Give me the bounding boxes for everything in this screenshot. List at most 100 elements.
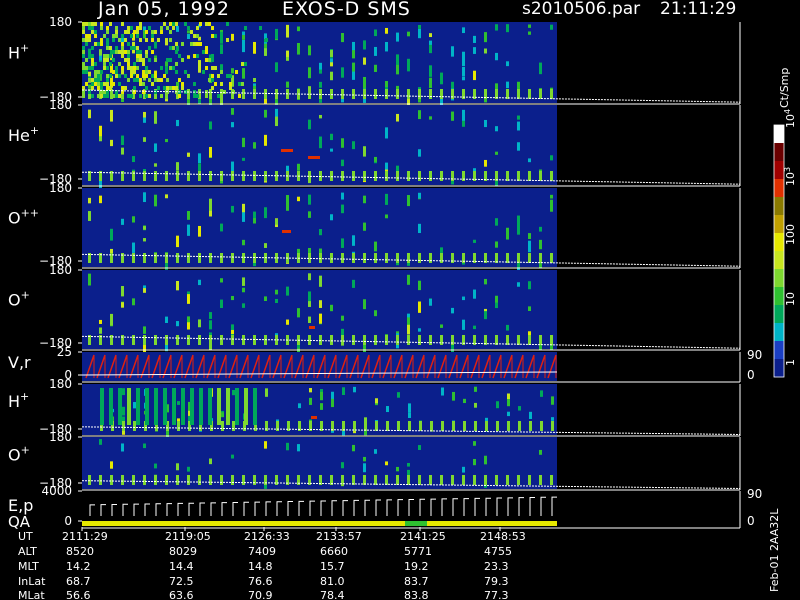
spectrogram-cell xyxy=(142,90,145,94)
header-mission: EXOS-D SMS xyxy=(282,0,411,20)
spectrogram-stripe xyxy=(331,397,334,408)
spectrogram-stripe xyxy=(539,253,542,263)
spectrogram-stripe xyxy=(517,335,520,345)
spectrogram-stripe xyxy=(187,335,190,345)
spectrogram-stripe xyxy=(264,48,267,56)
spectrogram-stripe xyxy=(551,417,554,421)
spectrogram-stripe xyxy=(507,421,510,431)
spectrogram-stripe xyxy=(418,89,421,99)
colorbar-swatch xyxy=(774,305,784,324)
spectrogram-stripe xyxy=(231,454,234,459)
spectrogram-stripe xyxy=(440,335,443,345)
spectrogram-stripe xyxy=(418,223,421,234)
footer-row-label: InLat xyxy=(18,575,46,588)
spectrogram-stripe xyxy=(474,386,477,392)
spectrogram-stripe xyxy=(319,136,322,149)
spectrogram-cell xyxy=(133,86,136,90)
spectrogram-cell xyxy=(121,66,124,70)
spectrogram-stripe xyxy=(407,317,410,326)
spectrogram-cell xyxy=(115,30,118,34)
spectrogram-stripe xyxy=(132,253,135,263)
spectrogram-cell xyxy=(91,46,94,50)
spectrogram-cell xyxy=(211,66,214,70)
spectrogram-stripe xyxy=(363,40,366,50)
spectrogram-stripe xyxy=(319,229,322,236)
spectrogram-stripe xyxy=(242,335,245,345)
spectrogram-cell xyxy=(91,30,94,34)
spectrogram-cell xyxy=(163,22,166,26)
spectrogram-cell xyxy=(82,30,85,34)
spectrogram-stripe xyxy=(341,315,344,321)
spectrogram-stripe xyxy=(176,281,179,291)
spectrogram-cell xyxy=(127,66,130,70)
spectrogram-cell xyxy=(130,26,133,30)
spectrogram-cell xyxy=(130,46,133,50)
spectrogram-stripe xyxy=(418,280,421,291)
spectrogram-stripe xyxy=(99,55,102,61)
spectrogram-stripe xyxy=(408,412,411,418)
spectrogram-stripe xyxy=(518,421,521,431)
spectrogram-stripe xyxy=(550,199,553,212)
spectrogram-stripe xyxy=(550,194,553,199)
spectrogram-cell xyxy=(109,54,112,58)
spectrogram-stripe xyxy=(484,159,487,167)
spectrogram-stripe xyxy=(99,195,102,204)
spectrogram-stripe xyxy=(319,171,322,181)
spectrogram-stripe xyxy=(441,421,444,431)
spectrogram-stripe xyxy=(485,417,488,422)
spectrogram-stripe xyxy=(253,89,256,99)
spectrogram-stripe xyxy=(242,89,245,99)
spectrogram-stripe xyxy=(462,109,465,121)
spectrogram-cell xyxy=(106,74,109,78)
spectrogram-stripe xyxy=(187,34,190,39)
spectrogram-cell xyxy=(151,82,154,86)
spectrogram-stripe xyxy=(231,171,234,181)
y-tick-label: 0 xyxy=(64,514,72,528)
spectrogram-stripe xyxy=(528,24,531,28)
spectrogram-cell xyxy=(88,66,91,70)
spectrogram-stripe xyxy=(308,45,311,56)
spectrogram-stripe xyxy=(127,388,131,425)
spectrogram-cell xyxy=(139,50,142,54)
spectrogram-stripe xyxy=(385,461,388,466)
spectrogram-cell xyxy=(205,58,208,62)
spectrogram-stripe xyxy=(396,32,399,42)
spectrogram-cell xyxy=(127,58,130,62)
spectrogram-stripe xyxy=(551,396,554,405)
spectrogram-stripe xyxy=(253,388,257,425)
spectrogram-cell xyxy=(208,22,211,26)
spectrogram-cell xyxy=(82,66,85,70)
spectrogram-stripe xyxy=(308,273,311,281)
spectrogram-stripe xyxy=(363,89,366,99)
spectrogram-stripe xyxy=(220,299,223,309)
spectrogram-stripe xyxy=(418,149,421,157)
spectrogram-cell xyxy=(184,22,187,26)
footer-value: 5771 xyxy=(404,545,432,558)
spectrogram-stripe xyxy=(408,421,411,431)
spectrogram-cell xyxy=(97,86,100,90)
spectrogram-stripe xyxy=(308,316,311,324)
spectrogram-cell xyxy=(169,66,172,70)
spectrogram-cell xyxy=(136,74,139,78)
spectrogram-cell xyxy=(94,78,97,82)
spectrogram-stripe xyxy=(88,475,91,485)
spectrogram-stripe xyxy=(528,158,531,163)
spectrogram-cell xyxy=(145,30,148,34)
spectrogram-stripe xyxy=(385,162,388,170)
spectrogram-cell xyxy=(106,78,109,82)
spectrogram-stripe xyxy=(110,109,113,122)
spectrogram-cell xyxy=(127,78,130,82)
spectrogram-cell xyxy=(208,58,211,62)
spectrogram-stripe xyxy=(176,235,179,248)
spectrogram-cell xyxy=(184,70,187,74)
spectrogram-stripe xyxy=(88,211,91,221)
spectrogram-stripe xyxy=(363,146,366,157)
spectrogram-cell xyxy=(118,50,121,54)
panel-label: H+ xyxy=(8,390,29,411)
spectrogram-stripe xyxy=(143,288,146,293)
colorbar-swatch xyxy=(774,125,784,144)
spectrogram-stripe xyxy=(462,319,465,330)
spectrogram-stripe xyxy=(407,274,410,285)
spectrogram-stripe xyxy=(143,137,146,142)
spectrogram-stripe xyxy=(99,439,102,445)
